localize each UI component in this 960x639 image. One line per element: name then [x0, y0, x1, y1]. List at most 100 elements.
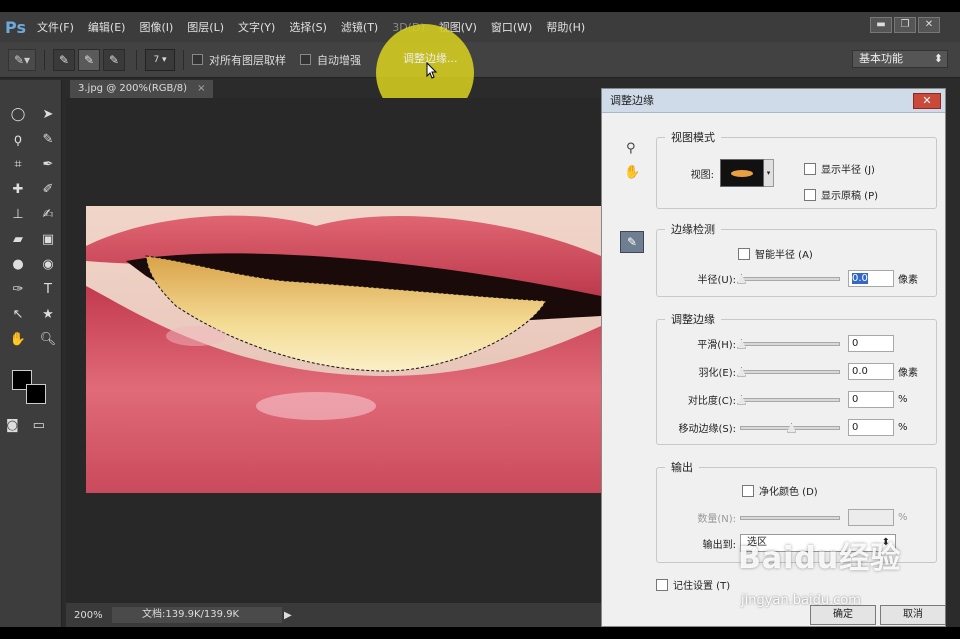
background-color-swatch[interactable]	[26, 384, 46, 404]
radius-row: 半径(U): 0.0 像素	[656, 270, 918, 287]
decontaminate-option[interactable]: 净化颜色 (D)	[742, 483, 818, 498]
view-dropdown-arrow-icon[interactable]: ▾	[764, 159, 774, 187]
brush-tool-icon[interactable]: ✐	[35, 179, 61, 201]
close-button[interactable]: ✕	[918, 17, 940, 33]
menu-bar: Ps 文件(F) 编辑(E) 图像(I) 图层(L) 文字(Y) 选择(S) 滤…	[0, 12, 960, 42]
menu-image[interactable]: 图像(I)	[132, 19, 180, 35]
restore-button[interactable]: ❐	[894, 17, 916, 33]
blur-tool-icon[interactable]: ●	[5, 254, 31, 276]
refine-radius-brush-icon[interactable]: ✎	[620, 231, 644, 253]
workspace-select[interactable]: 基本功能 ⬍	[852, 50, 948, 68]
amount-unit: %	[898, 512, 908, 523]
view-label: 视图:	[690, 169, 714, 181]
show-original-checkbox[interactable]	[804, 188, 816, 201]
close-tab-icon[interactable]: ×	[197, 83, 205, 94]
baidu-watermark-url: jingyan.baidu.com	[741, 593, 861, 608]
show-radius-checkbox[interactable]	[804, 162, 816, 175]
dodge-tool-icon[interactable]: ◉	[35, 254, 61, 276]
healing-brush-tool-icon[interactable]: ✚	[5, 179, 31, 201]
move-tool-icon[interactable]: ➤	[35, 104, 61, 126]
contrast-input[interactable]: 0	[848, 391, 894, 408]
menu-filter[interactable]: 滤镜(T)	[334, 19, 385, 35]
amount-slider	[740, 515, 840, 520]
sample-all-layers-checkbox[interactable]	[192, 54, 203, 65]
menu-window[interactable]: 窗口(W)	[484, 19, 539, 35]
status-menu-arrow-icon[interactable]: ▶	[284, 610, 292, 621]
remember-settings-option[interactable]: 记住设置 (T)	[656, 577, 730, 592]
shift-edge-slider[interactable]	[740, 422, 840, 433]
feather-slider[interactable]	[737, 366, 840, 377]
dialog-close-button[interactable]: ✕	[913, 93, 941, 109]
radius-input[interactable]: 0.0	[848, 270, 894, 287]
slider-thumb[interactable]	[787, 422, 796, 433]
menu-help[interactable]: 帮助(H)	[539, 19, 592, 35]
hand-tool-icon[interactable]: ✋	[5, 329, 31, 351]
path-selection-tool-icon[interactable]: ↖	[5, 304, 31, 326]
screen-mode-icon[interactable]: ▭	[33, 418, 45, 433]
quick-selection-tool-icon[interactable]: ✎	[35, 129, 61, 151]
zoom-tool-icon[interactable]: 🔍︎	[35, 329, 61, 351]
menu-select[interactable]: 选择(S)	[282, 19, 334, 35]
zoom-icon[interactable]: ⚲	[626, 141, 636, 156]
history-brush-tool-icon[interactable]: ✍	[35, 204, 61, 226]
tool-preset-picker[interactable]: ✎▾	[8, 48, 36, 71]
shift-edge-input[interactable]: 0	[848, 419, 894, 436]
menu-layer[interactable]: 图层(L)	[180, 19, 231, 35]
view-thumbnail[interactable]	[720, 159, 764, 187]
remember-settings-checkbox[interactable]	[656, 578, 668, 591]
subtract-selection-mode[interactable]: ✎	[103, 48, 125, 71]
dialog-title: 调整边缘	[602, 89, 945, 113]
quick-mask-icon[interactable]: ◙	[6, 418, 19, 433]
contrast-slider[interactable]	[737, 394, 840, 405]
lasso-tool-icon[interactable]: ϙ	[5, 129, 31, 151]
smooth-input[interactable]: 0	[848, 335, 894, 352]
auto-enhance-option[interactable]: 自动增强	[300, 52, 361, 68]
hand-icon[interactable]: ✋	[624, 165, 640, 180]
gradient-tool-icon[interactable]: ▣	[35, 229, 61, 251]
eyedropper-tool-icon[interactable]: ✒	[35, 154, 61, 176]
view-row: 视图: ▾	[662, 159, 774, 187]
decontaminate-checkbox[interactable]	[742, 484, 754, 497]
type-tool-icon[interactable]: T	[35, 279, 61, 301]
ps-logo: Ps	[5, 17, 26, 37]
pen-tool-icon[interactable]: ✑	[5, 279, 31, 301]
auto-enhance-checkbox[interactable]	[300, 54, 311, 65]
contrast-label: 对比度(C):	[687, 396, 736, 407]
photo-canvas[interactable]	[86, 206, 601, 493]
clone-stamp-tool-icon[interactable]: ⊥	[5, 204, 31, 226]
add-selection-mode[interactable]: ✎	[78, 48, 100, 71]
adjust-edge-legend: 调整边缘	[671, 313, 715, 326]
smart-radius-checkbox[interactable]	[738, 247, 750, 260]
sample-all-layers-option[interactable]: 对所有图层取样	[192, 52, 286, 68]
window-controls: ▬ ❐ ✕	[870, 17, 940, 33]
feather-label: 羽化(E):	[698, 368, 737, 379]
zoom-level[interactable]: 200%	[66, 610, 112, 621]
smart-radius-option[interactable]: 智能半径 (A)	[738, 246, 813, 261]
eraser-tool-icon[interactable]: ▰	[5, 229, 31, 251]
radius-unit: 像素	[898, 275, 918, 286]
show-radius-option[interactable]: 显示半径 (J)	[804, 161, 875, 176]
document-tab[interactable]: 3.jpg @ 200%(RGB/8) ×	[70, 80, 214, 98]
minimize-button[interactable]: ▬	[870, 17, 892, 33]
feather-input[interactable]: 0.0	[848, 363, 894, 380]
ok-button[interactable]: 确定	[810, 605, 876, 625]
mouse-cursor-icon	[426, 62, 438, 79]
contrast-row: 对比度(C): 0 %	[656, 391, 908, 408]
menu-file[interactable]: 文件(F)	[30, 19, 81, 35]
cancel-button[interactable]: 取消	[880, 605, 946, 625]
menu-edit[interactable]: 编辑(E)	[81, 19, 133, 35]
menu-type[interactable]: 文字(Y)	[231, 19, 282, 35]
show-original-option[interactable]: 显示原稿 (P)	[804, 187, 878, 202]
marquee-tool-icon[interactable]: ◯	[5, 104, 31, 126]
brush-size-picker[interactable]: 7 ▾	[145, 48, 175, 71]
crop-tool-icon[interactable]: ⌗	[5, 154, 31, 176]
separator	[136, 49, 137, 70]
new-selection-mode[interactable]: ✎	[53, 48, 75, 71]
mask-mode-buttons: ◙ ▭	[6, 418, 45, 433]
amount-row: 数量(N): %	[656, 509, 908, 526]
smooth-slider[interactable]	[737, 338, 840, 349]
radius-slider[interactable]	[737, 273, 840, 284]
shape-tool-icon[interactable]: ★	[35, 304, 61, 326]
brush-add-icon: ✎	[83, 52, 95, 67]
lips-image	[86, 206, 601, 493]
